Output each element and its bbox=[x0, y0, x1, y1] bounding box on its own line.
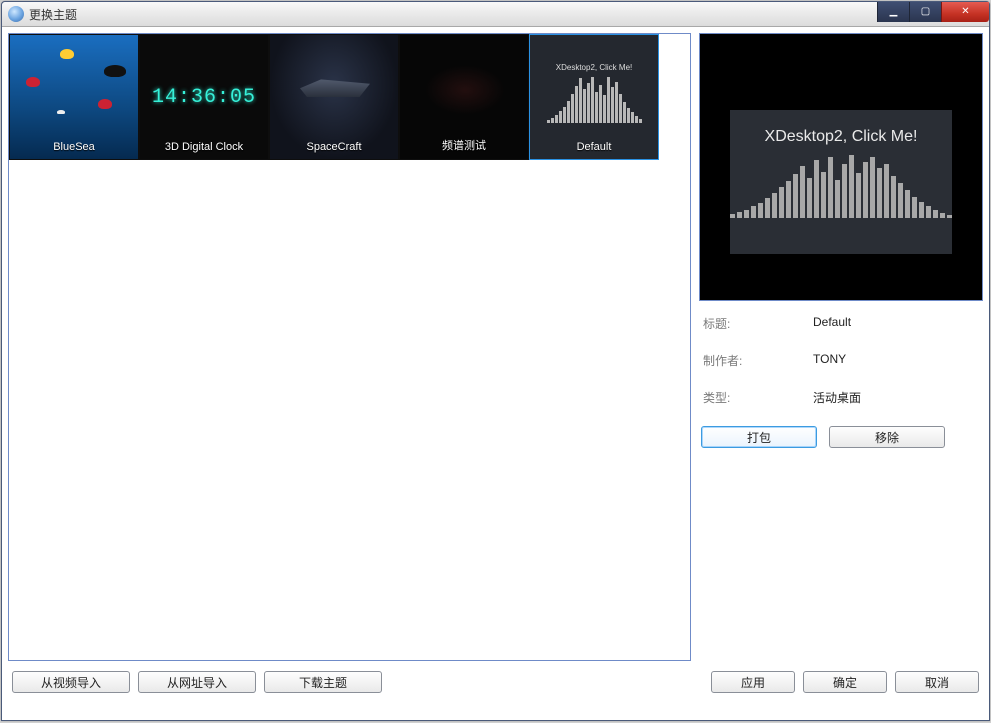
theme-tile-spectrum-test[interactable]: 频谱测试 bbox=[399, 34, 529, 160]
maximize-icon: ▢ bbox=[921, 7, 930, 17]
theme-preview: XDesktop2, Click Me! bbox=[699, 33, 983, 301]
minimize-icon: ▁ bbox=[890, 7, 898, 17]
ok-button[interactable]: 确定 bbox=[803, 671, 887, 693]
apply-button[interactable]: 应用 bbox=[711, 671, 795, 693]
close-button[interactable]: ✕ bbox=[941, 2, 989, 22]
detail-row-title: 标题: Default bbox=[703, 315, 981, 332]
theme-tile-spacecraft[interactable]: SpaceCraft bbox=[269, 34, 399, 160]
pack-button[interactable]: 打包 bbox=[701, 426, 817, 448]
theme-gallery: BlueSea 14:36:05 3D Digital Clock SpaceC… bbox=[9, 34, 690, 160]
maximize-button[interactable]: ▢ bbox=[909, 2, 941, 22]
app-icon bbox=[8, 6, 24, 22]
footer: 从视频导入 从网址导入 下载主题 应用 确定 取消 bbox=[2, 661, 989, 703]
clock-readout: 14:36:05 bbox=[152, 86, 256, 109]
minimize-button[interactable]: ▁ bbox=[877, 2, 909, 22]
theme-tile-3d-digital-clock[interactable]: 14:36:05 3D Digital Clock bbox=[139, 34, 269, 160]
equalizer-icon bbox=[730, 154, 952, 218]
remove-button[interactable]: 移除 bbox=[829, 426, 945, 448]
import-from-video-button[interactable]: 从视频导入 bbox=[12, 671, 130, 693]
detail-value: Default bbox=[813, 315, 851, 332]
theme-caption: Default bbox=[530, 141, 658, 153]
window-controls: ▁ ▢ ✕ bbox=[877, 2, 989, 22]
preview-title: XDesktop2, Click Me! bbox=[765, 128, 918, 146]
theme-caption: 频谱测试 bbox=[400, 137, 528, 153]
theme-gallery-panel: BlueSea 14:36:05 3D Digital Clock SpaceC… bbox=[8, 33, 691, 661]
detail-label: 类型: bbox=[703, 389, 813, 406]
detail-value: TONY bbox=[813, 352, 846, 369]
theme-switcher-window: 更换主题 ▁ ▢ ✕ BlueSea 14:36:05 3D Digital C… bbox=[1, 1, 990, 721]
theme-caption: BlueSea bbox=[10, 141, 138, 153]
thumbnail-label: XDesktop2, Click Me! bbox=[530, 63, 658, 72]
detail-row-author: 制作者: TONY bbox=[703, 352, 981, 369]
preview-content: XDesktop2, Click Me! bbox=[730, 110, 952, 254]
detail-row-type: 类型: 活动桌面 bbox=[703, 389, 981, 406]
download-theme-button[interactable]: 下载主题 bbox=[264, 671, 382, 693]
side-panel: XDesktop2, Click Me! 标题: bbox=[699, 33, 983, 661]
detail-value: 活动桌面 bbox=[813, 389, 861, 406]
import-from-url-button[interactable]: 从网址导入 bbox=[138, 671, 256, 693]
detail-label: 标题: bbox=[703, 315, 813, 332]
theme-caption: 3D Digital Clock bbox=[140, 141, 268, 153]
cancel-button[interactable]: 取消 bbox=[895, 671, 979, 693]
window-title: 更换主题 bbox=[29, 6, 77, 23]
theme-tile-bluesea[interactable]: BlueSea bbox=[9, 34, 139, 160]
side-action-buttons: 打包 移除 bbox=[699, 426, 983, 448]
titlebar[interactable]: 更换主题 ▁ ▢ ✕ bbox=[2, 2, 989, 27]
equalizer-icon bbox=[540, 75, 648, 123]
theme-tile-default[interactable]: XDesktop2, Click Me! Default bbox=[529, 34, 659, 160]
theme-details: 标题: Default 制作者: TONY 类型: 活动桌面 bbox=[699, 301, 983, 426]
theme-caption: SpaceCraft bbox=[270, 141, 398, 153]
detail-label: 制作者: bbox=[703, 352, 813, 369]
content-area: BlueSea 14:36:05 3D Digital Clock SpaceC… bbox=[2, 27, 989, 661]
close-icon: ✕ bbox=[961, 7, 969, 17]
